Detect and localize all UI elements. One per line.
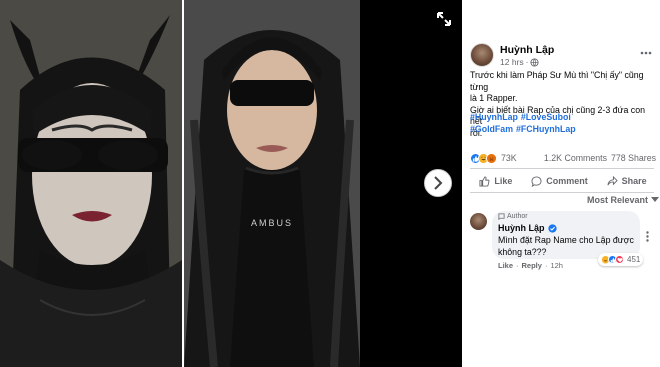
like-icon [479,175,490,187]
engagement-counts: 1.2K Comments 778 Shares [544,153,656,163]
hashtag-link[interactable]: #HuynhLap [470,112,518,122]
post-time[interactable]: 12 hrs [500,57,524,67]
comment-sort-dropdown[interactable]: Most Relevant [587,195,660,205]
comment-reactions[interactable]: 451 [598,253,644,266]
comment-button[interactable]: Comment [531,175,588,187]
author-badge: Author [498,213,528,220]
more-options-icon [640,51,652,55]
hashtag-link[interactable]: #GoldFam [470,124,513,134]
like-label: Like [494,176,513,186]
shares-count[interactable]: 778 Shares [611,153,656,163]
divider [470,168,654,169]
globe-icon [530,57,540,67]
comment-like-link[interactable]: Like [498,261,513,270]
next-photo-button[interactable] [424,169,452,197]
commenter-avatar[interactable] [470,213,487,230]
post-actions: Like Comment Share [470,172,656,190]
post-panel: Huỳnh Lập 12 hrs · Trước khi làm Pháp Sư… [462,0,660,367]
comment-icon [531,175,542,187]
post-meta: 12 hrs · [500,57,540,67]
photo-right[interactable]: AMBUS [184,0,360,367]
maleficent-costume-photo [0,0,182,367]
meta-separator: · [525,57,529,67]
post-text-line: Trước khi làm Pháp Sư Mù thì "Chị ấy" cũ… [470,70,644,92]
comment-time[interactable]: 12h [550,261,563,270]
reactions-summary: 73K 1.2K Comments 778 Shares [470,151,656,165]
post-options-button[interactable] [640,46,652,56]
author-name[interactable]: Huỳnh Lập [500,44,554,56]
rapper-portrait-photo: AMBUS [184,0,360,367]
share-icon [607,175,618,185]
comment-reaction-count: 451 [627,255,641,264]
svg-text:AMBUS: AMBUS [251,218,293,228]
verified-badge-icon [547,223,557,233]
author-badge-label: Author [507,213,528,220]
commenter-name-text: Huỳnh Lập [498,223,545,233]
photo-left[interactable] [0,0,182,367]
sort-label: Most Relevant [587,195,649,205]
photo-viewer: AMBUS [0,0,462,367]
reaction-count[interactable]: 73K [501,153,517,163]
like-button[interactable]: Like [479,175,513,187]
author-badge-icon [498,213,505,220]
expand-icon [437,12,451,26]
comment-label: Comment [546,176,588,186]
author-avatar[interactable] [470,43,494,67]
footer-separator: · [544,261,548,270]
divider [470,192,654,193]
post-text-line: là 1 Rapper. [470,93,518,104]
reaction-icons[interactable] [470,152,497,164]
footer-separator: · [516,261,519,270]
share-label: Share [621,176,647,186]
comment-footer: Like · Reply · 12h [498,261,563,270]
hashtags: #HuynhLap #LoveSuboi #GoldFam #FCHuynhLap [470,112,656,135]
angry-reaction-icon [486,152,497,164]
expand-button[interactable] [433,8,455,30]
commenter-name[interactable]: Huỳnh Lập [498,223,557,233]
comments-count[interactable]: 1.2K Comments [544,153,607,163]
hashtag-link[interactable]: #LoveSuboi [521,112,571,122]
comment-options-button[interactable] [646,231,649,245]
hashtag-link[interactable]: #FCHuynhLap [516,124,576,134]
love-reaction-icon [615,255,624,264]
chevron-right-icon [434,176,443,190]
comment-reply-link[interactable]: Reply [522,261,542,270]
share-button[interactable]: Share [607,175,647,187]
caret-down-icon [651,197,660,202]
more-options-icon [646,231,649,242]
